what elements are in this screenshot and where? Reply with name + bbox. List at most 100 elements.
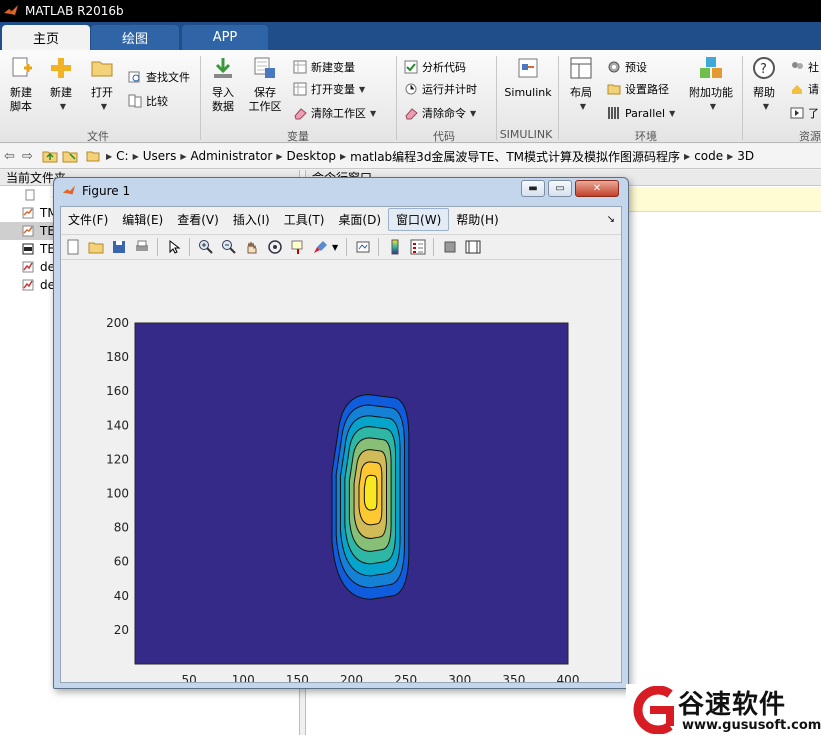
- layout-button[interactable]: 布局 ▼: [564, 56, 598, 114]
- y-tick-label: 180: [106, 350, 129, 364]
- learn-icon: [790, 107, 804, 119]
- brush-icon[interactable]: [312, 238, 330, 256]
- y-tick-label: 160: [106, 384, 129, 398]
- browse-folder-icon[interactable]: [62, 149, 78, 163]
- maximize-button[interactable]: ▭: [548, 180, 572, 197]
- print-icon[interactable]: [133, 238, 151, 256]
- app-title: MATLAB R2016b: [25, 4, 124, 18]
- clear-commands-label: 清除命令: [422, 107, 466, 120]
- colorbar-icon[interactable]: [386, 238, 404, 256]
- menu-tools[interactable]: 工具(T): [277, 209, 332, 230]
- help-button[interactable]: ? 帮助 ▼: [748, 56, 780, 114]
- y-tick-label: 200: [106, 316, 129, 330]
- clear-workspace-button[interactable]: 清除工作区 ▼: [293, 104, 376, 122]
- pointer-icon[interactable]: [165, 238, 183, 256]
- eraser-icon: [405, 108, 418, 120]
- watermark: 谷速软件 www.gususoft.com: [626, 684, 821, 735]
- breadcrumb-3d[interactable]: 3D: [737, 149, 754, 163]
- pan-hand-icon[interactable]: [243, 238, 261, 256]
- rotate-3d-icon[interactable]: [266, 238, 284, 256]
- breadcrumb-desktop[interactable]: Desktop: [286, 149, 336, 163]
- x-tick-label: 300: [448, 673, 471, 682]
- figure-toolbar: ▼: [61, 234, 621, 260]
- x-tick-label: 200: [340, 673, 363, 682]
- dock-arrow-icon[interactable]: ↘: [607, 214, 615, 225]
- figure-menu-bar: 文件(F) 编辑(E) 查看(V) 插入(I) 工具(T) 桌面(D) 窗口(W…: [61, 207, 621, 231]
- legend-icon[interactable]: [409, 238, 427, 256]
- figure-window[interactable]: Figure 1 ▬ ▭ ✕ 文件(F) 编辑(E) 查看(V) 插入(I) 工…: [53, 177, 629, 689]
- tab-apps[interactable]: APP: [182, 25, 268, 50]
- minimize-button[interactable]: ▬: [521, 180, 545, 197]
- clear-commands-button[interactable]: 清除命令 ▼: [404, 104, 476, 122]
- path-bar: ⇦ ⇨ ▶ C: ▶ Users ▶ Administrator ▶ Deskt…: [0, 144, 821, 169]
- chevron-right-icon: ▶: [684, 151, 691, 161]
- contour-plot[interactable]: 20 40 60 80 100 120 140 160 180 200 50 100 150 200 25…: [61, 262, 621, 682]
- new-script-icon: [12, 57, 32, 77]
- menu-edit[interactable]: 编辑(E): [115, 209, 170, 230]
- resources-group-label: 资源: [799, 130, 821, 143]
- import-data-icon: [214, 58, 232, 78]
- new-variable-icon: [293, 60, 307, 74]
- open-file-icon[interactable]: [87, 238, 105, 256]
- set-path-button[interactable]: 设置路径: [607, 80, 669, 98]
- chevron-down-icon: ▼: [669, 108, 676, 118]
- y-tick-label: 100: [106, 487, 129, 501]
- link-plot-icon[interactable]: [354, 238, 372, 256]
- menu-desktop[interactable]: 桌面(D): [331, 209, 388, 230]
- menu-insert[interactable]: 插入(I): [226, 209, 277, 230]
- simulink-label: Simulink: [504, 86, 552, 99]
- chevron-down-icon: ▼: [100, 102, 108, 111]
- import-data-button[interactable]: 导入 数据: [206, 56, 240, 114]
- ribbon-divider: [200, 56, 201, 140]
- environment-group-label: 环境: [635, 130, 657, 143]
- breadcrumb-administrator[interactable]: Administrator: [191, 149, 273, 163]
- breadcrumb-project[interactable]: matlab编程3d金属波导TE、TM模式计算及模拟作图源码程序: [350, 148, 680, 165]
- new-button[interactable]: 新建 ▼: [44, 56, 78, 114]
- run-and-time-button[interactable]: 运行并计时: [404, 80, 477, 98]
- data-cursor-icon[interactable]: [289, 238, 307, 256]
- new-script-button[interactable]: 新建 脚本: [4, 56, 38, 114]
- app-title-bar: MATLAB R2016b: [0, 0, 821, 22]
- show-plot-tools-icon[interactable]: [464, 238, 482, 256]
- analyze-code-button[interactable]: 分析代码: [404, 58, 466, 76]
- open-variable-button[interactable]: 打开变量 ▼: [293, 80, 365, 98]
- community-button[interactable]: 社: [790, 58, 819, 76]
- new-figure-icon[interactable]: [64, 238, 82, 256]
- chevron-right-icon: ▶: [727, 151, 734, 161]
- back-icon[interactable]: ⇦: [4, 149, 18, 164]
- x-tick-label: 350: [502, 673, 525, 682]
- analyze-code-icon: [404, 60, 418, 74]
- menu-view[interactable]: 查看(V): [170, 209, 226, 230]
- menu-file[interactable]: 文件(F): [61, 209, 115, 230]
- addons-button[interactable]: 附加功能 ▼: [686, 56, 736, 114]
- open-button[interactable]: 打开 ▼: [85, 56, 119, 114]
- hide-plot-tools-icon[interactable]: [441, 238, 459, 256]
- close-button[interactable]: ✕: [575, 180, 619, 197]
- learn-matlab-button[interactable]: 了: [790, 104, 819, 122]
- new-variable-button[interactable]: 新建变量: [293, 58, 355, 76]
- breadcrumb-users[interactable]: Users: [143, 149, 177, 163]
- forward-icon[interactable]: ⇨: [22, 149, 36, 164]
- breadcrumb-code[interactable]: code: [694, 149, 723, 163]
- preferences-button[interactable]: 预设: [607, 58, 647, 76]
- find-files-icon: [128, 71, 140, 83]
- up-folder-icon[interactable]: [42, 149, 58, 163]
- request-support-button[interactable]: 请: [790, 80, 819, 98]
- menu-help[interactable]: 帮助(H): [449, 209, 505, 230]
- chevron-right-icon: ▶: [180, 151, 187, 161]
- simulink-button[interactable]: Simulink: [502, 56, 554, 100]
- chevron-down-icon[interactable]: ▼: [332, 243, 338, 252]
- find-files-button[interactable]: 查找文件: [128, 68, 190, 86]
- community-label: 社: [808, 61, 819, 74]
- compare-button[interactable]: 比较: [128, 92, 168, 110]
- tab-home[interactable]: 主页: [2, 25, 90, 50]
- save-workspace-button[interactable]: 保存 工作区: [246, 56, 284, 114]
- parallel-button[interactable]: Parallel ▼: [607, 104, 675, 122]
- breadcrumb-drive[interactable]: C:: [116, 149, 128, 163]
- zoom-in-icon[interactable]: [197, 238, 215, 256]
- menu-window[interactable]: 窗口(W): [388, 207, 450, 231]
- chevron-right-icon: ▶: [276, 151, 283, 161]
- zoom-out-icon[interactable]: [220, 238, 238, 256]
- tab-plots[interactable]: 绘图: [91, 25, 179, 50]
- save-icon[interactable]: [110, 238, 128, 256]
